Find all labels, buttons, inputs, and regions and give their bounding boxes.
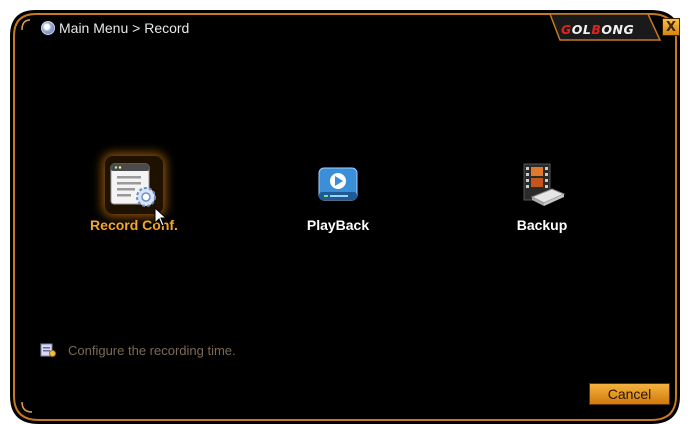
- hint-text: Configure the recording time.: [68, 342, 236, 358]
- brand-logo: GOLBONG: [561, 22, 635, 37]
- playback-icon: [309, 156, 367, 214]
- close-icon: X: [665, 19, 677, 35]
- record-config-icon: [105, 156, 163, 214]
- menu-item-playback[interactable]: PlayBack: [273, 156, 403, 241]
- close-button[interactable]: X: [662, 18, 680, 36]
- menu-item-label: Backup: [516, 217, 568, 233]
- menu-item-record-conf[interactable]: Record Conf.: [69, 156, 199, 241]
- cancel-button[interactable]: Cancel: [589, 383, 670, 405]
- hint-icon: [40, 343, 56, 357]
- mouse-cursor-icon: [154, 207, 168, 227]
- hint-bar: Configure the recording time.: [40, 341, 236, 359]
- record-menu-window: Main Menu > Record GOLBONG X Record Conf…: [0, 0, 690, 424]
- backup-icon: [513, 156, 571, 214]
- breadcrumb: Main Menu > Record: [59, 20, 190, 36]
- menu-item-backup[interactable]: Backup: [477, 156, 607, 241]
- menu-item-label: PlayBack: [306, 217, 370, 233]
- window-title: Main Menu > Record: [41, 18, 189, 38]
- disc-icon: [41, 21, 55, 35]
